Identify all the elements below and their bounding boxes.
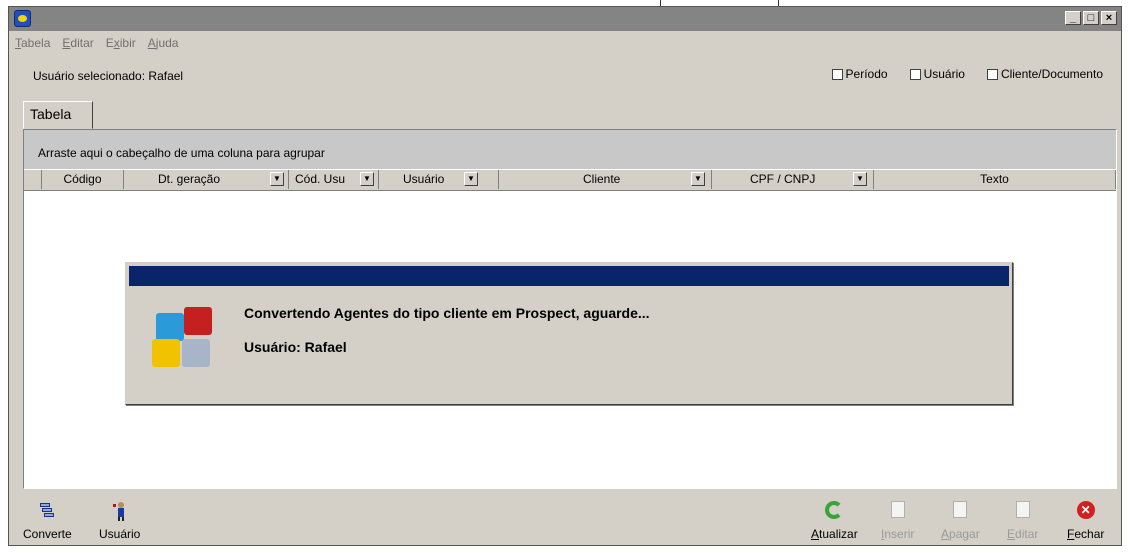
selected-user-label: Usuário selecionado: Rafael [33,69,184,83]
converte-button[interactable]: Converte [23,501,72,541]
filter-label: Usuário [923,67,965,81]
column-label: Dt. geração [158,172,221,186]
title-bar: _ □ × [9,7,1121,31]
menu-exibir[interactable]: Exibir [100,33,142,53]
filter-periodo[interactable]: Período [831,67,888,81]
button-label: Inserir [881,527,915,541]
tab-strip: Tabela [17,95,1115,129]
column-label: Usuário [403,172,445,186]
app-icon[interactable] [14,10,31,27]
fechar-button[interactable]: ✕ Fechar [1067,501,1104,541]
cubes-logo-icon [152,307,216,371]
column-header-cliente[interactable]: Cliente ▼ [499,170,712,189]
dialog-user: Usuário: Rafael [244,339,347,355]
column-label: Cliente [583,172,621,186]
close-button[interactable]: × [1101,11,1117,25]
checkbox[interactable] [909,68,921,80]
chevron-down-icon[interactable]: ▼ [270,172,284,186]
column-header-codigo[interactable]: Código [42,170,124,189]
chevron-down-icon[interactable]: ▼ [691,172,705,186]
chevron-down-icon[interactable]: ▼ [853,172,867,186]
atualizar-button[interactable]: Atualizar [811,501,858,541]
grid-header: Código Dt. geração ▼ Cód. Usu ▼ Usuário … [24,169,1116,191]
menu-ajuda[interactable]: Ajuda [142,33,185,53]
button-label: Editar [1007,527,1039,541]
bottom-toolbar: Converte Usuário Atualizar Inserir Apaga… [9,489,1121,547]
minimize-button[interactable]: _ [1065,11,1081,25]
column-header-usuario[interactable]: Usuário ▼ [379,170,499,189]
editar-button[interactable]: Editar [1007,501,1038,541]
filter-label: Cliente/Documento [1000,67,1103,81]
apagar-button[interactable]: Apagar [941,501,980,541]
column-label: Cód. Usu [295,172,346,186]
checkbox[interactable] [831,68,843,80]
filter-usuario[interactable]: Usuário [909,67,965,81]
menu-tabela[interactable]: Tabela [9,33,56,53]
column-header-cpf-cnpj[interactable]: CPF / CNPJ ▼ [712,170,874,189]
chevron-down-icon[interactable]: ▼ [360,172,374,186]
refresh-icon [823,501,845,521]
filter-cliente-documento[interactable]: Cliente/Documento [986,67,1103,81]
group-by-area[interactable]: Arraste aqui o cabeçalho de uma coluna p… [24,130,1116,171]
user-icon [109,501,131,521]
usuario-button[interactable]: Usuário [99,501,140,541]
filter-label: Período [845,67,888,81]
filter-checkboxes: Período Usuário Cliente/Documento [810,67,1103,81]
button-label: Fechar [1067,527,1105,541]
column-header-cod-usu[interactable]: Cód. Usu ▼ [289,170,379,189]
inserir-button[interactable]: Inserir [881,501,914,541]
progress-dialog: Convertendo Agentes do tipo cliente em P… [125,262,1013,405]
button-label: Apagar [941,527,980,541]
convert-icon [36,501,58,521]
close-circle-icon: ✕ [1075,501,1097,521]
window-controls: _ □ × [1065,11,1117,25]
edit-icon [1012,501,1034,521]
row-indicator-header [24,170,42,189]
menu-bar: Tabela Editar Exibir Ajuda [9,33,184,53]
tab-tabela[interactable]: Tabela [23,101,93,129]
button-label: Usuário [99,527,141,541]
column-label: CPF / CNPJ [750,172,816,186]
insert-icon [887,501,909,521]
delete-icon [949,501,971,521]
button-label: Atualizar [811,527,858,541]
group-hint: Arraste aqui o cabeçalho de uma coluna p… [38,146,325,160]
dialog-message: Convertendo Agentes do tipo cliente em P… [244,305,650,321]
dialog-title-bar [129,266,1009,286]
maximize-button[interactable]: □ [1083,11,1099,25]
button-label: Converte [23,527,72,541]
menu-editar[interactable]: Editar [56,33,99,53]
column-header-dt-geracao[interactable]: Dt. geração ▼ [124,170,289,189]
checkbox[interactable] [986,68,998,80]
column-header-texto[interactable]: Texto [874,170,1116,189]
chevron-down-icon[interactable]: ▼ [464,172,478,186]
